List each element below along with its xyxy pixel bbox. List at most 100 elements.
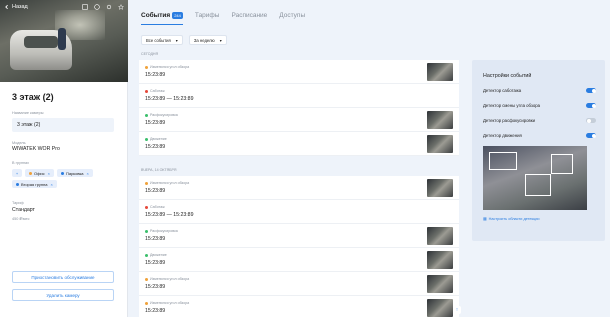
event-time: 15:23:89 [145, 72, 166, 78]
event-time: 15:23:89 [145, 260, 166, 266]
event-row[interactable]: Саботаж 15:23:89 — 15:23:89 [139, 200, 459, 224]
event-thumbnail[interactable] [427, 227, 453, 245]
event-row[interactable]: Изменился угол обзора 15:23:89 [139, 176, 459, 200]
event-type: Движение [145, 137, 167, 141]
settings-title: Настройки событий [483, 73, 532, 79]
event-row[interactable]: Движение 15:23:89 [139, 132, 459, 156]
back-button[interactable]: Назад [4, 4, 28, 10]
event-time: 15:23:89 [145, 144, 166, 150]
event-type: Саботаж [145, 205, 165, 209]
active-tab-indicator [141, 24, 183, 25]
event-type-label: Изменился угол обзора [150, 181, 190, 185]
event-row[interactable]: Расфокусировка 15:23:89 [139, 224, 459, 248]
event-dot [145, 229, 148, 233]
group-tag[interactable]: Офис × [25, 169, 54, 177]
event-thumbnail[interactable] [427, 179, 453, 197]
setting-label: Детектор движения [483, 133, 522, 138]
close-icon[interactable]: × [50, 182, 52, 187]
camera-title: 3 этаж (2) [12, 92, 54, 102]
close-icon[interactable]: × [87, 171, 89, 176]
event-row[interactable]: Расфокусировка 15:23:89 [139, 108, 459, 132]
configure-zones-link[interactable]: ▦ Настроить области детекции [483, 216, 540, 222]
event-type-label: Движение [150, 253, 167, 257]
defocus-toggle[interactable] [586, 118, 596, 123]
group-tag[interactable]: Вторая группа × [12, 180, 57, 188]
scroll-to-top-button[interactable]: ↑ [453, 306, 461, 314]
day-card: Изменился угол обзора 15:23:89 Саботаж 1… [139, 176, 459, 317]
pause-maintenance-button[interactable]: Приостановить обслуживание [12, 271, 114, 283]
event-row[interactable]: Движение 15:23:89 [139, 248, 459, 272]
event-dot [145, 181, 148, 185]
detection-zone[interactable] [489, 152, 517, 170]
event-time: 15:23:89 [145, 236, 166, 242]
event-thumbnail[interactable] [427, 111, 453, 129]
back-label: Назад [12, 4, 28, 10]
event-type-filter[interactable]: Все события ▾ [141, 35, 183, 45]
detection-zone[interactable] [551, 154, 573, 174]
event-settings-panel: Настройки событий Детектор саботажа Дете… [472, 60, 605, 241]
setting-label: Детектор смены угла обзора [483, 103, 540, 108]
event-type-label: Изменился угол обзора [150, 65, 190, 69]
model-label: Модель [12, 141, 26, 145]
camera-name-input[interactable]: 3 этаж (2) [12, 118, 114, 132]
event-thumbnail[interactable] [427, 299, 453, 317]
group-tag[interactable]: Парковка × [56, 169, 93, 177]
event-dot [145, 301, 148, 305]
event-dot [145, 113, 148, 117]
setting-motion: Детектор движения [483, 133, 596, 138]
group-color-dot [16, 182, 19, 186]
day-label: СЕГОДНЯ [141, 52, 159, 56]
chevron-down-icon: ▾ [219, 37, 222, 43]
settings-icon[interactable] [106, 4, 112, 10]
event-type-label: Саботаж [150, 205, 165, 209]
event-type-label: Расфокусировка [150, 229, 178, 233]
group-tag-label: Офис [34, 170, 45, 176]
sabotage-toggle[interactable] [586, 88, 596, 93]
events-feed[interactable]: СЕГОДНЯ Изменился угол обзора 15:23:89 С… [139, 48, 459, 317]
star-icon[interactable] [118, 4, 124, 10]
event-type-label: Изменился угол обзора [150, 277, 190, 281]
event-row[interactable]: Изменился угол обзора 15:23:89 [139, 272, 459, 296]
detection-zone[interactable] [525, 174, 551, 196]
tab-access[interactable]: Доступы [279, 12, 305, 19]
chevron-down-icon: ▾ [175, 37, 178, 43]
camera-preview[interactable]: Назад [0, 0, 128, 82]
event-row[interactable]: Изменился угол обзора 15:23:89 [139, 296, 459, 317]
chevron-left-icon [5, 4, 8, 10]
tab-tariffs[interactable]: Тарифы [195, 12, 220, 19]
info-icon[interactable] [94, 4, 100, 10]
angle-change-toggle[interactable] [586, 103, 596, 108]
event-thumbnail[interactable] [427, 251, 453, 269]
close-icon[interactable]: × [48, 171, 50, 176]
zoom-icon[interactable] [82, 4, 88, 10]
tab-bar: События 244 Тарифы Расписание Доступы [141, 12, 305, 19]
event-type: Расфокусировка [145, 229, 178, 233]
event-thumbnail[interactable] [427, 63, 453, 81]
event-dot [145, 205, 148, 209]
event-row[interactable]: Саботаж 15:23:89 — 15:23:89 [139, 84, 459, 108]
event-dot [145, 65, 148, 69]
groups-label: В группах [12, 161, 30, 165]
detection-preview[interactable] [483, 146, 587, 210]
event-thumbnail[interactable] [427, 275, 453, 293]
tab-events-label: События [141, 12, 171, 19]
event-dot [145, 253, 148, 257]
model-value: WIWATEK WOR Pro [12, 146, 60, 152]
event-dot [145, 277, 148, 281]
period-filter[interactable]: За неделю ▾ [188, 35, 227, 45]
setting-angle: Детектор смены угла обзора [483, 103, 596, 108]
tab-schedule[interactable]: Расписание [231, 12, 267, 19]
motion-toggle[interactable] [586, 133, 596, 138]
period-filter-label: За неделю [193, 37, 215, 43]
delete-camera-button[interactable]: Удалить камеру [12, 289, 114, 301]
event-thumbnail[interactable] [427, 135, 453, 153]
event-dot [145, 137, 148, 141]
group-tags: + Офис × Парковка × Вторая группа × [12, 169, 122, 188]
event-type: Изменился угол обзора [145, 301, 189, 305]
setting-sabotage: Детектор саботажа [483, 88, 596, 93]
event-time: 15:23:89 [145, 120, 166, 126]
add-group-button[interactable]: + [12, 169, 22, 177]
event-dot [145, 89, 148, 93]
event-row[interactable]: Изменился угол обзора 15:23:89 [139, 60, 459, 84]
tab-events[interactable]: События 244 [141, 12, 183, 19]
